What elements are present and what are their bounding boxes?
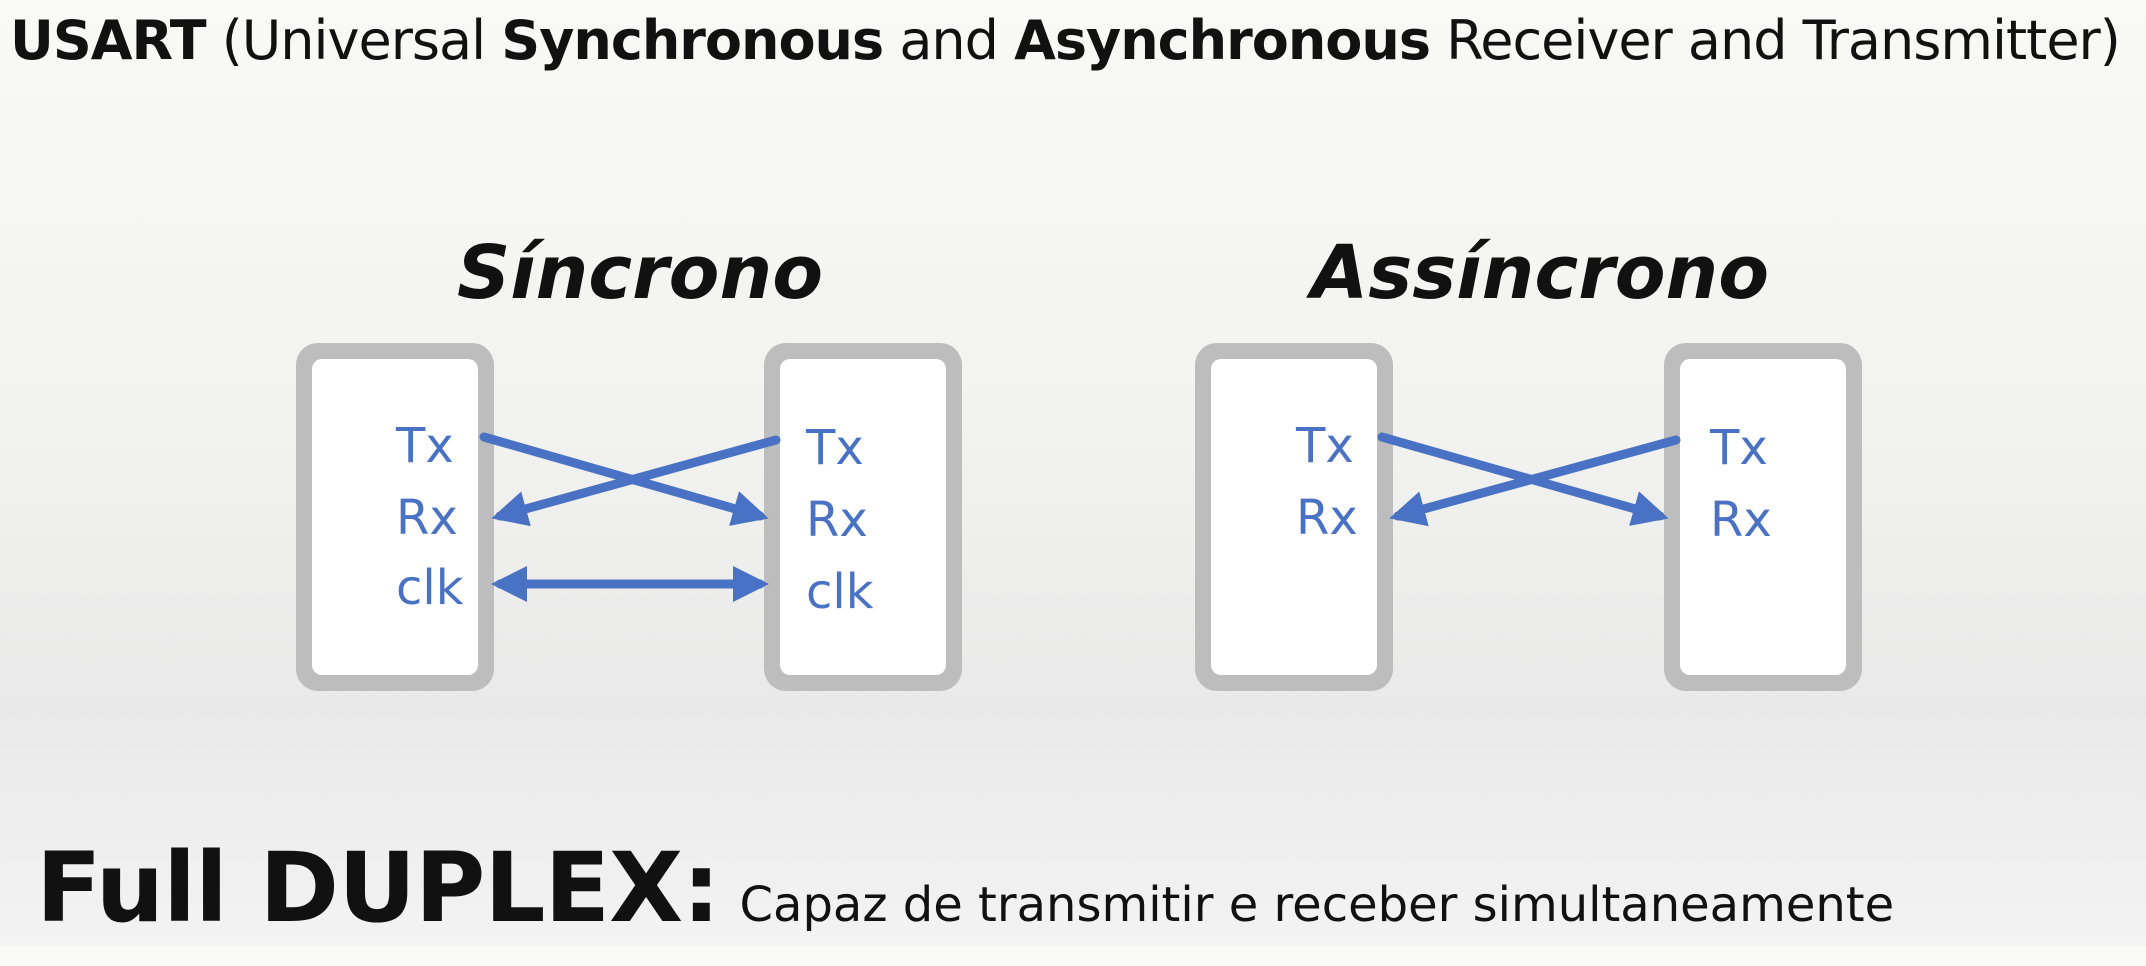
sync-left-rx-label: Rx [396,490,458,546]
sync-right-rx-label: Rx [806,492,868,548]
async-left-rx-label: Rx [1296,490,1358,546]
sync-left-tx-label: Tx [395,418,454,474]
footer: Full DUPLEX: Capaz de transmitir e recebe… [36,838,1894,966]
footer-description: Capaz de transmitir e receber simultanea… [739,877,1895,933]
sync-device-left: Tx Rx clk [296,343,494,691]
sync-right-tx-label: Tx [805,420,864,476]
sync-device-right: Tx Rx clk [764,343,962,691]
sync-left-clk-label: clk [396,560,464,616]
async-left-tx-label: Tx [1295,418,1354,474]
diagram-canvas: Tx Rx clk Tx Rx clk Tx Rx Tx Rx [296,343,1862,691]
async-device-left: Tx Rx [1195,343,1393,691]
footer-term: Full DUPLEX: [36,832,721,944]
sync-right-clk-label: clk [806,564,874,620]
async-right-tx-label: Tx [1709,420,1768,476]
async-right-rx-label: Rx [1710,492,1772,548]
sync-arrow-left-tx-to-right-rx [479,432,769,526]
async-arrow-left-tx-to-right-rx [1377,432,1669,526]
async-device-right: Tx Rx [1664,343,1862,691]
